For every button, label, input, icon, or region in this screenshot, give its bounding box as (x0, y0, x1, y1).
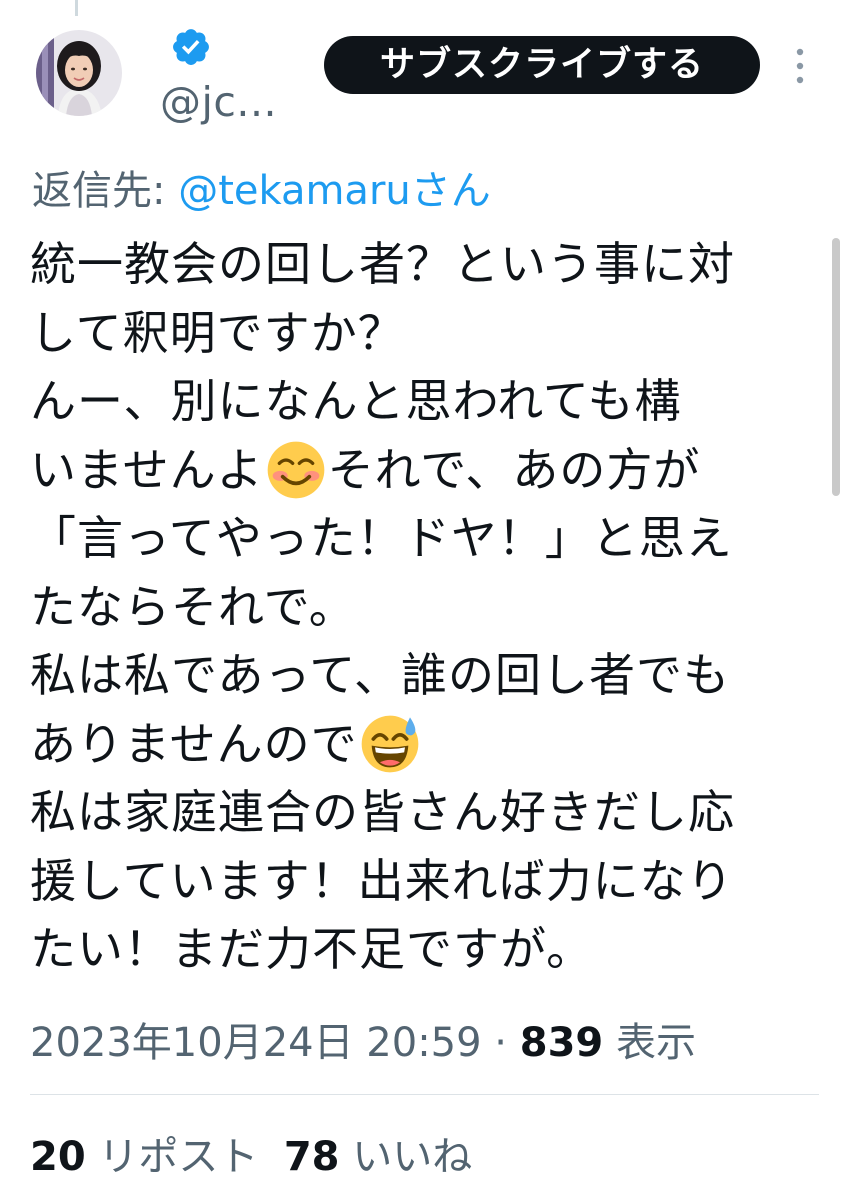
tweet-meta-row: 2023年10月24日 20:59 · 839 表示 (30, 1010, 696, 1068)
subscribe-button[interactable]: サブスクライブする (324, 36, 760, 94)
reposts-label: リポスト (85, 1134, 259, 1180)
verified-badge-icon (173, 29, 209, 65)
scrollbar-thumb[interactable] (832, 238, 840, 496)
thread-connector-line (75, 0, 78, 16)
tweet-line: たならそれで。 (30, 579, 356, 634)
divider (30, 1094, 819, 1095)
smiling-face-icon (267, 441, 324, 499)
tweet-line: 統一教会の回し者？という事に対 (30, 237, 735, 291)
author-handle[interactable]: @jc... (160, 78, 277, 126)
reply-mention-suffix[interactable]: さん (411, 168, 491, 214)
tweet-line: 私は私であって、誰の回し者でも (30, 648, 730, 702)
tweet-line: 私は家庭連合の皆さん好きだし応 (30, 785, 735, 839)
tweet-line-part: ありませんので (30, 716, 358, 771)
timestamp-link[interactable]: 2023年10月24日 20:59 (30, 1020, 482, 1066)
tweet-line: ありませんので (30, 710, 830, 779)
engagement-stats-row: 20 リポスト 78 いいね (30, 1124, 472, 1182)
likes-label: いいね (339, 1134, 473, 1180)
user-avatar-photo-icon (36, 30, 122, 116)
avatar[interactable] (36, 30, 122, 116)
reply-to-prefix: 返信先: (32, 168, 179, 214)
tweet-line: んー、別になんと思われても構 (30, 374, 682, 428)
grinning-sweat-face-icon (361, 715, 418, 773)
tweet-line-part: それで、あの方が (327, 442, 701, 497)
tweet-line: して釈明ですか？ (30, 305, 405, 360)
meta-separator: · (481, 1020, 520, 1066)
tweet-text: 統一教会の回し者？という事に対 して釈明ですか？ んー、別になんと思われても構 … (30, 230, 830, 984)
views-count: 839 (519, 1020, 604, 1066)
reposts-count: 20 (30, 1134, 86, 1180)
tweet-line: 援しています！出来れば力になり (30, 853, 734, 908)
tweet-line: 「言ってやった！ドヤ！」と思え (30, 511, 733, 565)
likes-stat[interactable]: 78 いいね (284, 1134, 472, 1180)
tweet-line: たい！まだ力不足ですが。 (30, 922, 594, 976)
reply-to-line: 返信先: @tekamaruさん (32, 158, 491, 216)
reply-mention-link[interactable]: @tekamaru (178, 168, 411, 214)
more-vertical-icon[interactable] (788, 44, 812, 88)
tweet-line-part: いませんよ (30, 442, 264, 497)
tweet-line: いませんよ それで、あの方が (30, 436, 830, 505)
views-label: 表示 (603, 1020, 696, 1066)
likes-count: 78 (283, 1134, 340, 1180)
reposts-stat[interactable]: 20 リポスト (30, 1134, 258, 1180)
